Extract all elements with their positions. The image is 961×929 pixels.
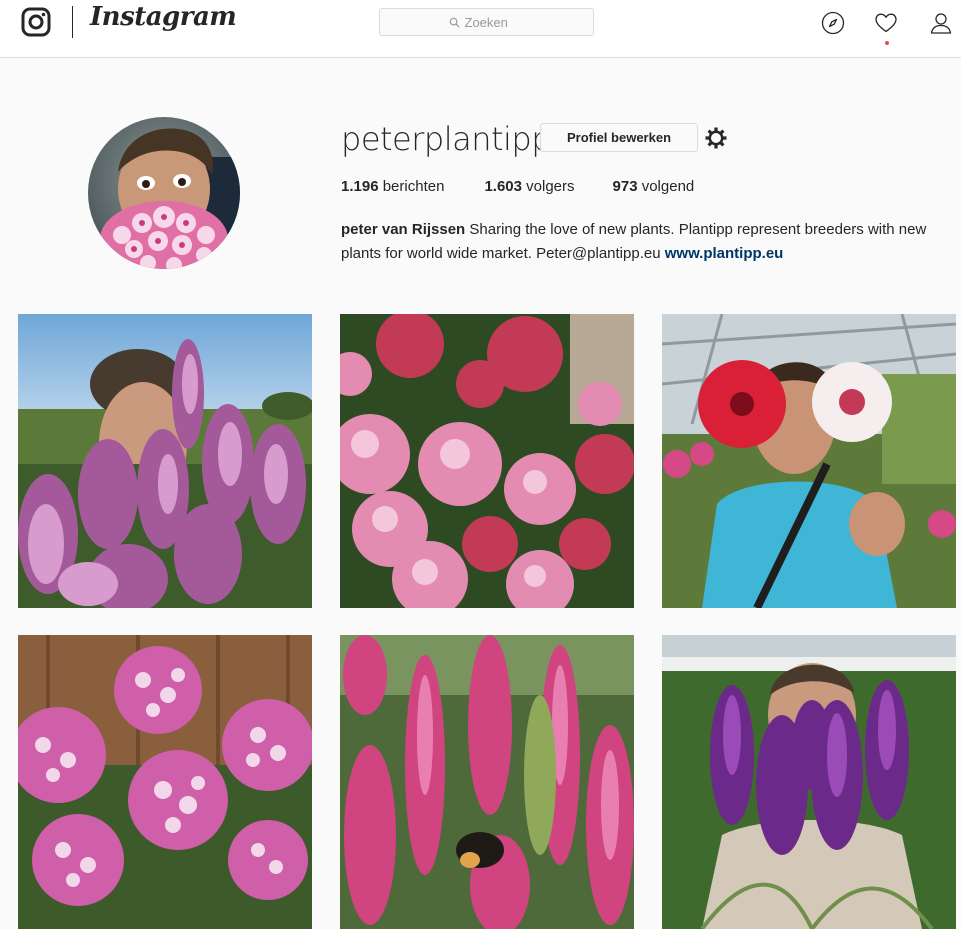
post-thumbnail[interactable] — [340, 635, 634, 929]
instagram-wordmark[interactable]: Instagram — [90, 2, 237, 32]
followers-label: volgers — [526, 178, 575, 195]
posts-label: berichten — [382, 178, 445, 195]
posts-stat: 1.196 berichten — [341, 178, 444, 195]
post-thumbnail[interactable] — [340, 314, 634, 608]
followers-stat[interactable]: 1.603 volgers — [484, 178, 574, 195]
followers-count: 1.603 — [484, 178, 522, 195]
edit-profile-button[interactable]: Profiel bewerken — [540, 123, 698, 152]
post-thumbnail[interactable] — [662, 314, 956, 608]
profile-full-name: peter van Rijssen — [341, 221, 466, 238]
post-thumbnail[interactable] — [18, 314, 312, 608]
compass-icon[interactable] — [821, 11, 845, 35]
following-stat[interactable]: 973 volgend — [613, 178, 695, 195]
search-box[interactable] — [379, 8, 594, 36]
notification-dot — [885, 41, 889, 45]
profile-avatar[interactable] — [88, 117, 240, 269]
heart-icon[interactable] — [874, 11, 898, 35]
top-nav: Instagram — [0, 0, 961, 58]
search-input[interactable] — [464, 14, 525, 30]
bio-website-link[interactable]: www.plantipp.eu — [665, 245, 784, 262]
posts-count: 1.196 — [341, 178, 379, 195]
profile-bio: peter van Rijssen Sharing the love of ne… — [341, 218, 961, 266]
instagram-camera-icon[interactable] — [20, 6, 52, 38]
profile-username: peterplantipp — [341, 120, 552, 158]
logo-divider — [72, 6, 73, 38]
post-thumbnail[interactable] — [662, 635, 956, 929]
post-thumbnail[interactable] — [18, 635, 312, 929]
search-icon — [449, 17, 460, 28]
person-icon[interactable] — [929, 11, 953, 35]
gear-icon[interactable] — [704, 126, 728, 150]
following-count: 973 — [612, 178, 638, 195]
profile-stats: 1.196 berichten 1.603 volgers 973 volgen… — [341, 178, 694, 195]
following-label: volgend — [641, 178, 695, 195]
